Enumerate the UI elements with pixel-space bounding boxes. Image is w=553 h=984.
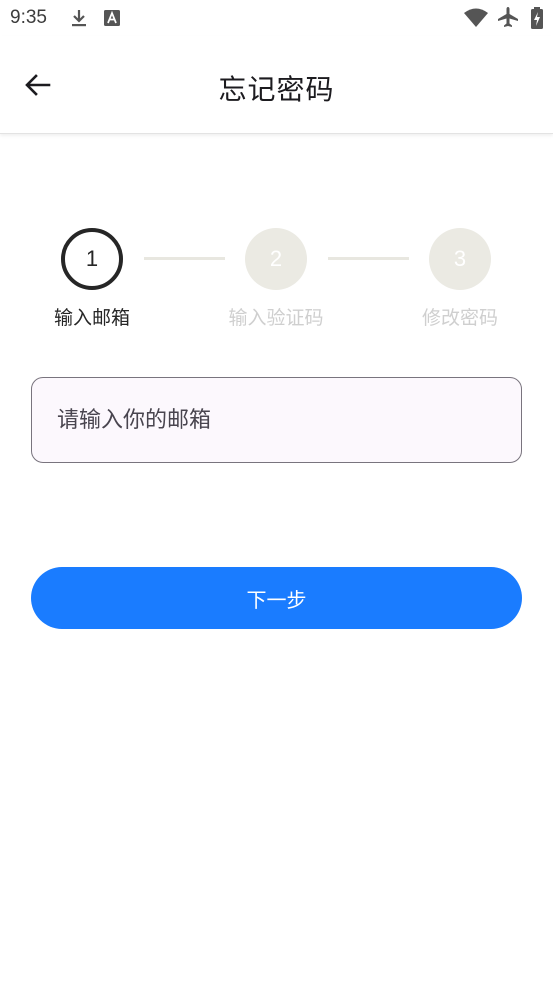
step-2-label: 输入验证码 — [228, 307, 324, 329]
step-3-circle: 3 — [429, 228, 491, 290]
wifi-icon — [463, 8, 489, 32]
step-connector-2 — [328, 257, 409, 260]
app-bar: 忘记密码 — [0, 36, 553, 134]
status-bar: 9:35 — [0, 0, 553, 36]
battery-charging-icon — [530, 7, 544, 33]
step-2-circle: 2 — [245, 228, 307, 290]
step-3-label: 修改密码 — [421, 307, 498, 329]
page-title: 忘记密码 — [218, 73, 335, 106]
step-1-circle: 1 — [61, 228, 123, 290]
app-a-icon — [104, 10, 120, 30]
download-icon — [70, 8, 88, 32]
airplane-icon — [497, 6, 519, 32]
next-button[interactable]: 下一步 — [31, 567, 522, 629]
step-connector-1 — [144, 257, 225, 260]
status-time: 9:35 — [10, 7, 47, 28]
step-1-label: 输入邮箱 — [53, 307, 130, 329]
email-field[interactable] — [31, 377, 522, 463]
